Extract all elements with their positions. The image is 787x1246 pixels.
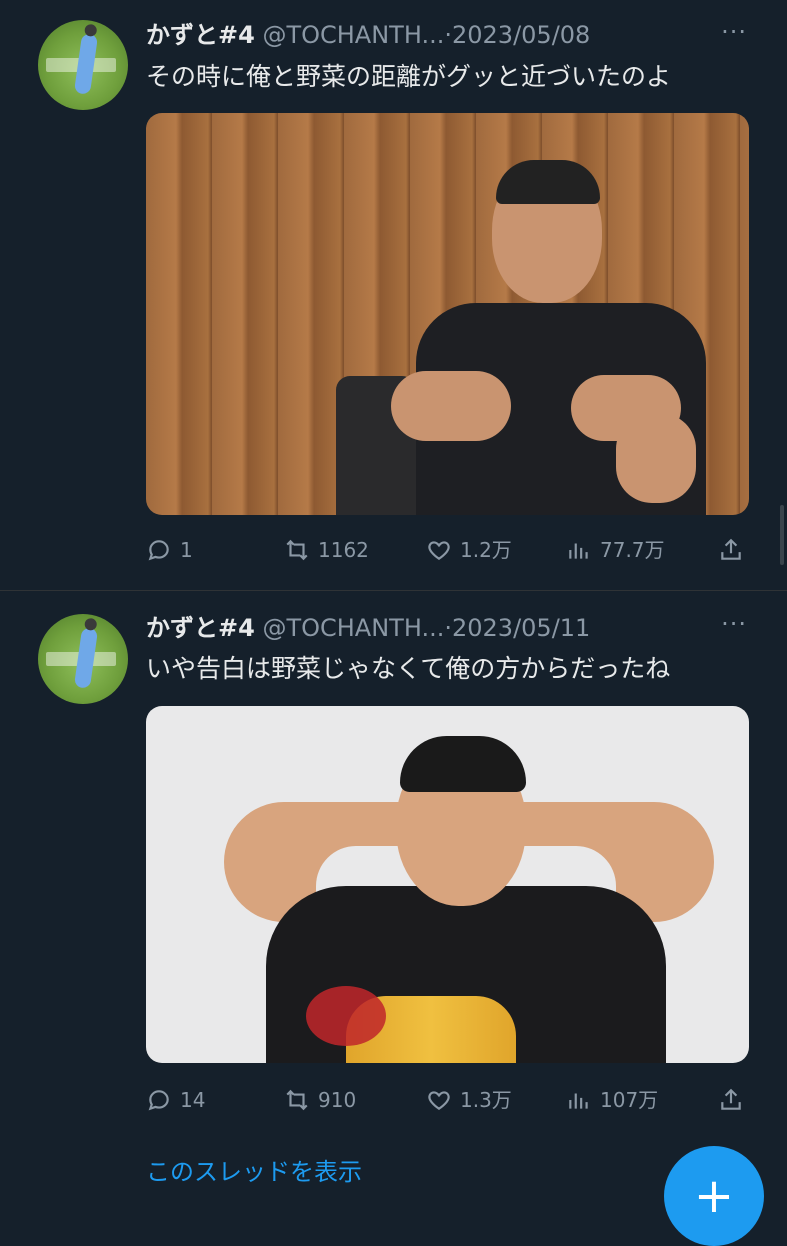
image-person-hand <box>571 375 681 441</box>
reply-icon <box>148 1090 169 1111</box>
tweet-actions: 14 910 1.3万 107万 <box>146 1082 749 1118</box>
views-count: 77.7万 <box>600 538 665 562</box>
reply-icon <box>148 540 169 561</box>
retweet-count: 910 <box>318 1088 357 1112</box>
like-button[interactable]: 1.2万 <box>426 532 512 568</box>
reply-button[interactable]: 1 <box>146 532 193 568</box>
user-handle[interactable]: @TOCHANTH... <box>262 614 444 642</box>
tweet-image[interactable] <box>146 113 749 515</box>
retweet-icon <box>286 1089 308 1111</box>
heart-icon <box>428 541 450 560</box>
separator-dot: · <box>444 21 452 49</box>
image-person-arm <box>391 371 511 441</box>
retweet-icon <box>286 539 308 561</box>
user-handle[interactable]: @TOCHANTH... <box>262 21 444 49</box>
display-name[interactable]: かずと#4 <box>146 21 255 49</box>
share-button[interactable] <box>718 532 752 568</box>
tweet-image[interactable] <box>146 706 749 1063</box>
tweet-text: いや告白は野菜じゃなくて俺の方からだったね <box>146 654 671 683</box>
display-name[interactable]: かずと#4 <box>146 614 255 642</box>
more-options-icon[interactable]: ··· <box>721 610 747 638</box>
image-person-hair <box>400 736 526 792</box>
avatar[interactable] <box>38 614 128 704</box>
show-thread-link[interactable]: このスレッドを表示 <box>146 1152 362 1192</box>
reply-count: 14 <box>180 1088 206 1112</box>
views-button[interactable]: 107万 <box>566 1082 658 1118</box>
tweet-2[interactable]: かずと#4 @TOCHANTH...·2023/05/11 ··· いや告白は野… <box>0 592 787 1132</box>
tweet-date[interactable]: 2023/05/11 <box>452 614 590 642</box>
compose-fab-button[interactable]: + <box>664 1146 764 1246</box>
share-icon <box>721 538 741 560</box>
scrollbar-thumb[interactable] <box>780 505 784 565</box>
heart-icon <box>428 1091 450 1110</box>
tweet-divider <box>0 590 787 591</box>
tweet-actions: 1 1162 1.2万 77.7万 <box>146 532 749 568</box>
views-button[interactable]: 77.7万 <box>566 532 665 568</box>
image-person-hair <box>496 160 600 204</box>
like-count: 1.3万 <box>460 1088 512 1112</box>
share-button[interactable] <box>718 1082 752 1118</box>
tweet-1[interactable]: かずと#4 @TOCHANTH...·2023/05/08 ··· その時に俺と… <box>0 0 787 590</box>
tweet-header: かずと#4 @TOCHANTH...·2023/05/08 <box>146 17 746 53</box>
separator-dot: · <box>444 614 452 642</box>
share-icon <box>721 1088 741 1110</box>
like-count: 1.2万 <box>460 538 512 562</box>
like-button[interactable]: 1.3万 <box>426 1082 512 1118</box>
retweet-count: 1162 <box>318 538 369 562</box>
more-options-icon[interactable]: ··· <box>721 18 747 46</box>
tweet-text: その時に俺と野菜の距離がグッと近づいたのよ <box>146 62 672 91</box>
reply-button[interactable]: 14 <box>146 1082 205 1118</box>
avatar[interactable] <box>38 20 128 110</box>
reply-count: 1 <box>180 538 193 562</box>
tweet-header: かずと#4 @TOCHANTH...·2023/05/11 <box>146 610 746 646</box>
tweet-date[interactable]: 2023/05/08 <box>452 21 590 49</box>
retweet-button[interactable]: 910 <box>284 1082 356 1118</box>
views-chart-icon <box>569 1093 588 1109</box>
views-count: 107万 <box>600 1088 659 1112</box>
retweet-button[interactable]: 1162 <box>284 532 369 568</box>
views-chart-icon <box>569 543 588 559</box>
image-tiger-print <box>306 986 516 1063</box>
